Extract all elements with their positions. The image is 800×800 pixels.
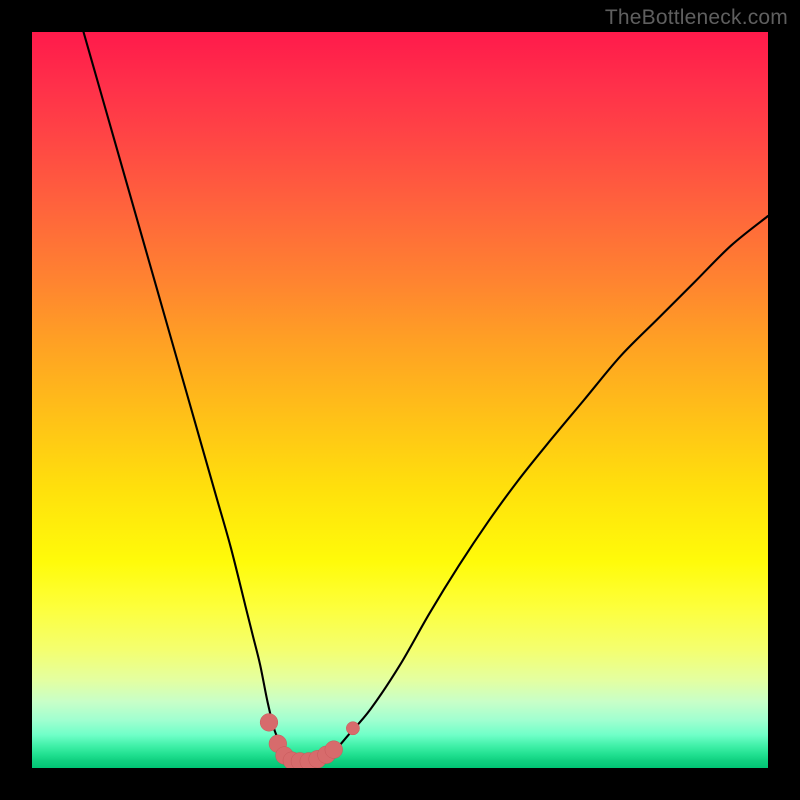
bottleneck-curve-path bbox=[84, 32, 768, 761]
curve-marker bbox=[325, 741, 343, 759]
curve-marker bbox=[346, 722, 359, 735]
curve-marker bbox=[260, 714, 278, 732]
bottleneck-curve-svg bbox=[32, 32, 768, 768]
watermark-text: TheBottleneck.com bbox=[605, 6, 788, 30]
chart-frame: TheBottleneck.com bbox=[0, 0, 800, 800]
plot-area bbox=[32, 32, 768, 768]
